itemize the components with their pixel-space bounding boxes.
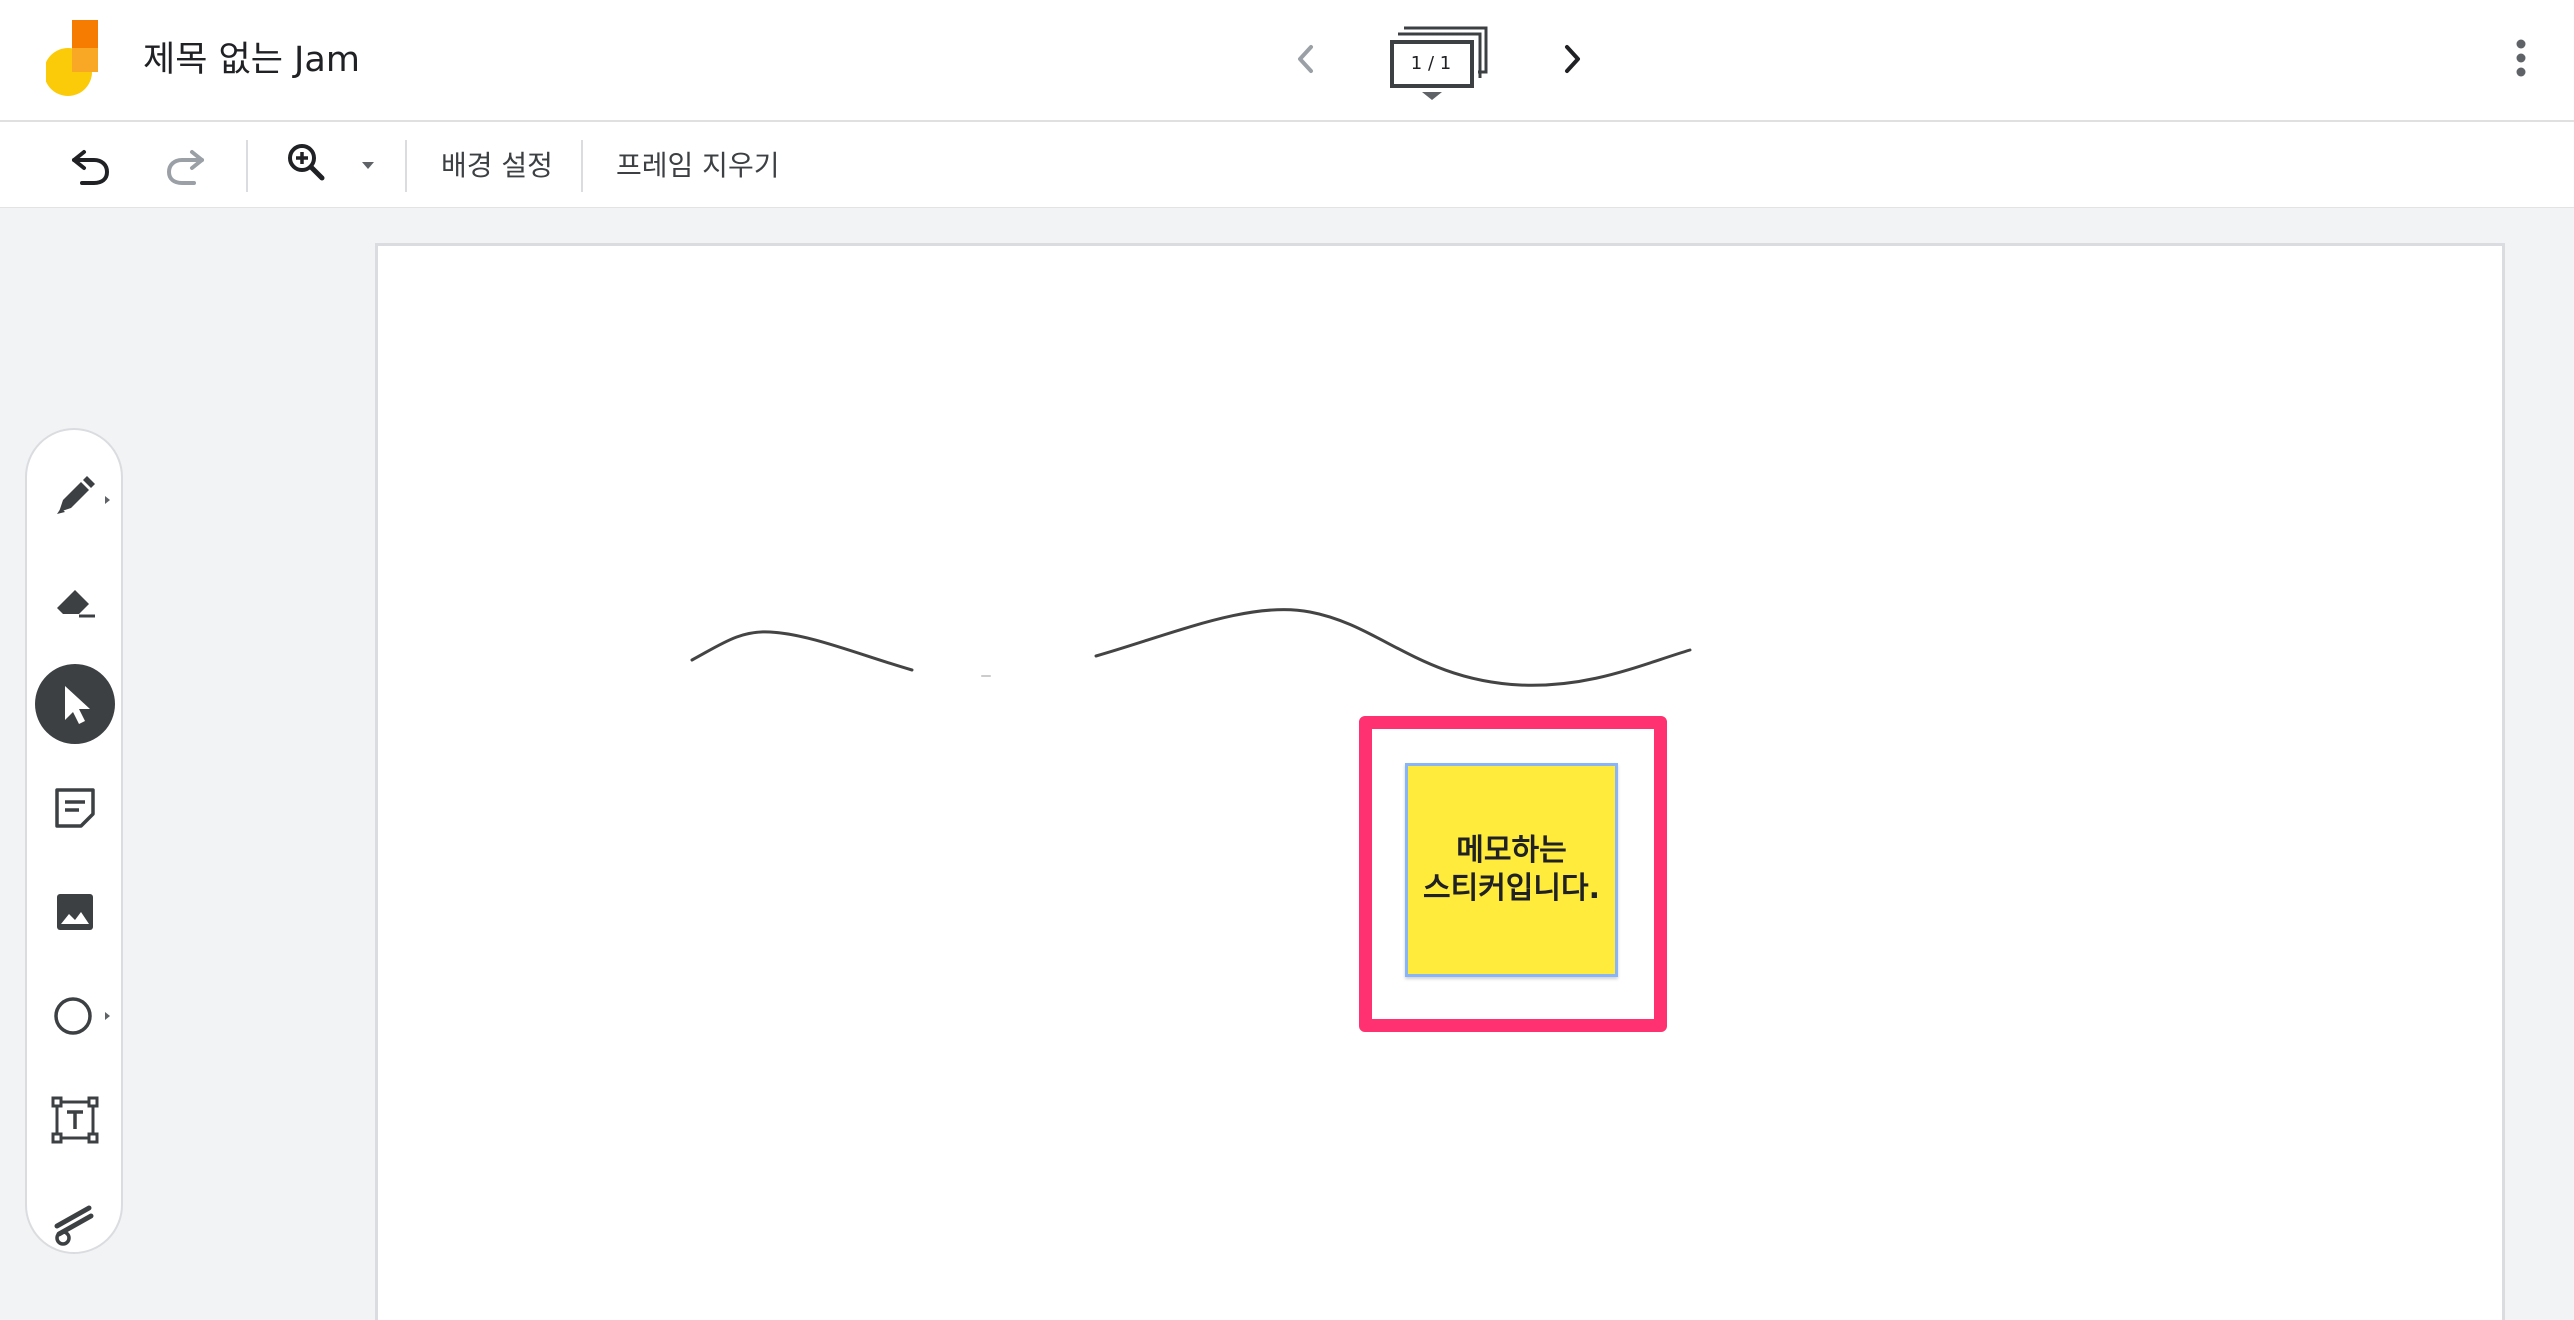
sticky-note[interactable]: 메모하는 스티커입니다. xyxy=(1405,763,1618,977)
eraser-icon xyxy=(57,590,95,618)
chevron-right-icon[interactable] xyxy=(1553,34,1593,84)
circle-icon xyxy=(54,997,110,1035)
undo-icon[interactable] xyxy=(64,138,116,190)
tool-eraser[interactable] xyxy=(35,560,115,640)
frame-bar-toggle[interactable]: 1 / 1 xyxy=(1390,22,1490,102)
toolbar-divider xyxy=(246,140,248,192)
tool-laser[interactable] xyxy=(35,1184,115,1264)
app-header: 제목 없는 Jam 1 / 1 xyxy=(0,0,2574,122)
zoom-dropdown-icon[interactable] xyxy=(356,138,380,190)
tool-text-box[interactable] xyxy=(35,1080,115,1160)
image-icon xyxy=(57,894,93,930)
tool-pen[interactable] xyxy=(35,456,115,536)
tool-rail xyxy=(25,428,123,1254)
tool-image[interactable] xyxy=(35,872,115,952)
tool-sticky-note[interactable] xyxy=(35,768,115,848)
laser-icon xyxy=(54,1205,94,1246)
frame-counter: 1 / 1 xyxy=(1410,53,1452,74)
set-background-button[interactable]: 배경 설정 xyxy=(441,140,553,192)
tool-select[interactable] xyxy=(35,664,115,744)
more-vert-icon[interactable] xyxy=(2504,30,2538,86)
redo-icon[interactable] xyxy=(160,138,212,190)
pen-icon xyxy=(57,476,110,514)
toolbar-divider xyxy=(405,140,407,192)
toolbar: 배경 설정 프레임 지우기 xyxy=(0,122,2574,208)
toolbar-divider xyxy=(581,140,583,192)
sticky-note-icon xyxy=(55,788,95,828)
tool-shape[interactable] xyxy=(35,976,115,1056)
clear-frame-button[interactable]: 프레임 지우기 xyxy=(616,140,779,192)
zoom-in-icon[interactable] xyxy=(280,138,340,190)
text-box-icon xyxy=(51,1096,99,1144)
chevron-left-icon[interactable] xyxy=(1285,34,1325,84)
document-title[interactable]: 제목 없는 Jam xyxy=(143,36,360,84)
cursor-icon xyxy=(65,686,90,724)
sticky-note-text: 메모하는 스티커입니다. xyxy=(1423,833,1600,906)
jamboard-logo[interactable] xyxy=(46,20,100,100)
